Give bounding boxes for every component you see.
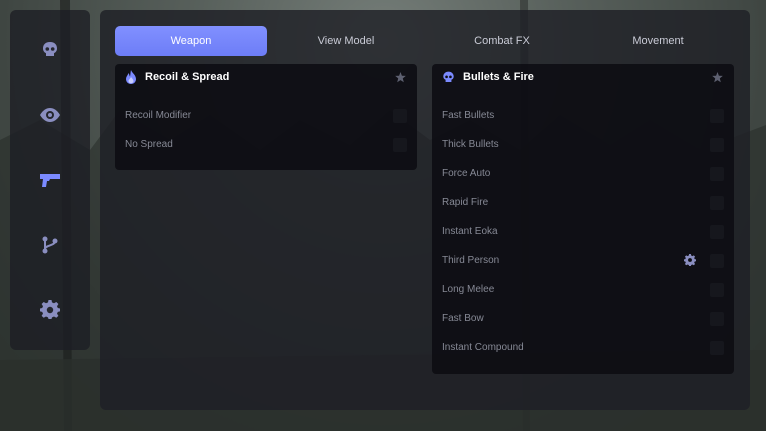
tab-combat-fx[interactable]: Combat FX — [426, 26, 578, 56]
checkbox[interactable] — [710, 312, 724, 326]
checkbox[interactable] — [710, 254, 724, 268]
option-label: Force Auto — [442, 168, 491, 179]
option-label: Instant Compound — [442, 342, 524, 353]
option-label: Thick Bullets — [442, 139, 499, 150]
option-label: Fast Bullets — [442, 110, 495, 121]
option-row-thick-bullets[interactable]: Thick Bullets — [432, 131, 734, 160]
branch-icon — [42, 236, 58, 254]
tab-view-model[interactable]: View Model — [270, 26, 422, 56]
option-row-no-spread[interactable]: No Spread — [115, 131, 417, 160]
checkbox[interactable] — [710, 196, 724, 210]
option-row-instant-compound[interactable]: Instant Compound — [432, 334, 734, 363]
star-icon[interactable] — [712, 72, 723, 83]
tab-bar: Weapon View Model Combat FX Movement — [115, 26, 735, 56]
option-label: Fast Bow — [442, 313, 484, 324]
option-row-third-person[interactable]: Third Person — [432, 247, 734, 276]
sidebar — [10, 10, 90, 350]
checkbox[interactable] — [710, 283, 724, 297]
gear-icon — [40, 300, 60, 319]
checkbox[interactable] — [710, 167, 724, 181]
sidebar-item-skull[interactable] — [38, 38, 62, 62]
star-icon[interactable] — [395, 72, 406, 83]
checkbox[interactable] — [393, 109, 407, 123]
gear-icon[interactable] — [684, 254, 696, 266]
option-row-long-melee[interactable]: Long Melee — [432, 276, 734, 305]
option-label: Recoil Modifier — [125, 110, 192, 121]
checkbox[interactable] — [710, 109, 724, 123]
checkbox[interactable] — [393, 138, 407, 152]
option-row-rapid-fire[interactable]: Rapid Fire — [432, 189, 734, 218]
option-label: Long Melee — [442, 284, 495, 295]
skull-icon — [43, 42, 57, 56]
option-label: Rapid Fire — [442, 197, 489, 208]
option-row-force-auto[interactable]: Force Auto — [432, 160, 734, 189]
tab-movement[interactable]: Movement — [582, 26, 734, 56]
option-label: Instant Eoka — [442, 226, 498, 237]
eye-icon — [40, 108, 60, 122]
option-row-instant-eoka[interactable]: Instant Eoka — [432, 218, 734, 247]
option-row-recoil-modifier[interactable]: Recoil Modifier — [115, 102, 417, 131]
option-row-fast-bullets[interactable]: Fast Bullets — [432, 102, 734, 131]
panel-header: Bullets & Fire — [432, 64, 734, 90]
gun-icon — [40, 174, 60, 187]
sidebar-item-weapon[interactable] — [38, 168, 62, 192]
panel-title: Bullets & Fire — [463, 71, 534, 83]
sidebar-item-settings[interactable] — [38, 298, 62, 322]
option-row-fast-bow[interactable]: Fast Bow — [432, 305, 734, 334]
sidebar-item-branch[interactable] — [38, 233, 62, 257]
skull-icon — [443, 71, 454, 82]
flame-icon — [126, 70, 136, 84]
bullets-fire-panel: Bullets & Fire Fast Bullets Thick Bullet… — [432, 64, 734, 374]
recoil-spread-panel: Recoil & Spread Recoil Modifier No Sprea… — [115, 64, 417, 170]
tab-weapon[interactable]: Weapon — [115, 26, 267, 56]
panel-title: Recoil & Spread — [145, 71, 230, 83]
sidebar-item-eye[interactable] — [38, 103, 62, 127]
option-label: No Spread — [125, 139, 173, 150]
panel-header: Recoil & Spread — [115, 64, 417, 90]
main-panel: Weapon View Model Combat FX Movement Rec… — [100, 10, 750, 410]
option-label: Third Person — [442, 255, 500, 266]
checkbox[interactable] — [710, 138, 724, 152]
checkbox[interactable] — [710, 225, 724, 239]
checkbox[interactable] — [710, 341, 724, 355]
